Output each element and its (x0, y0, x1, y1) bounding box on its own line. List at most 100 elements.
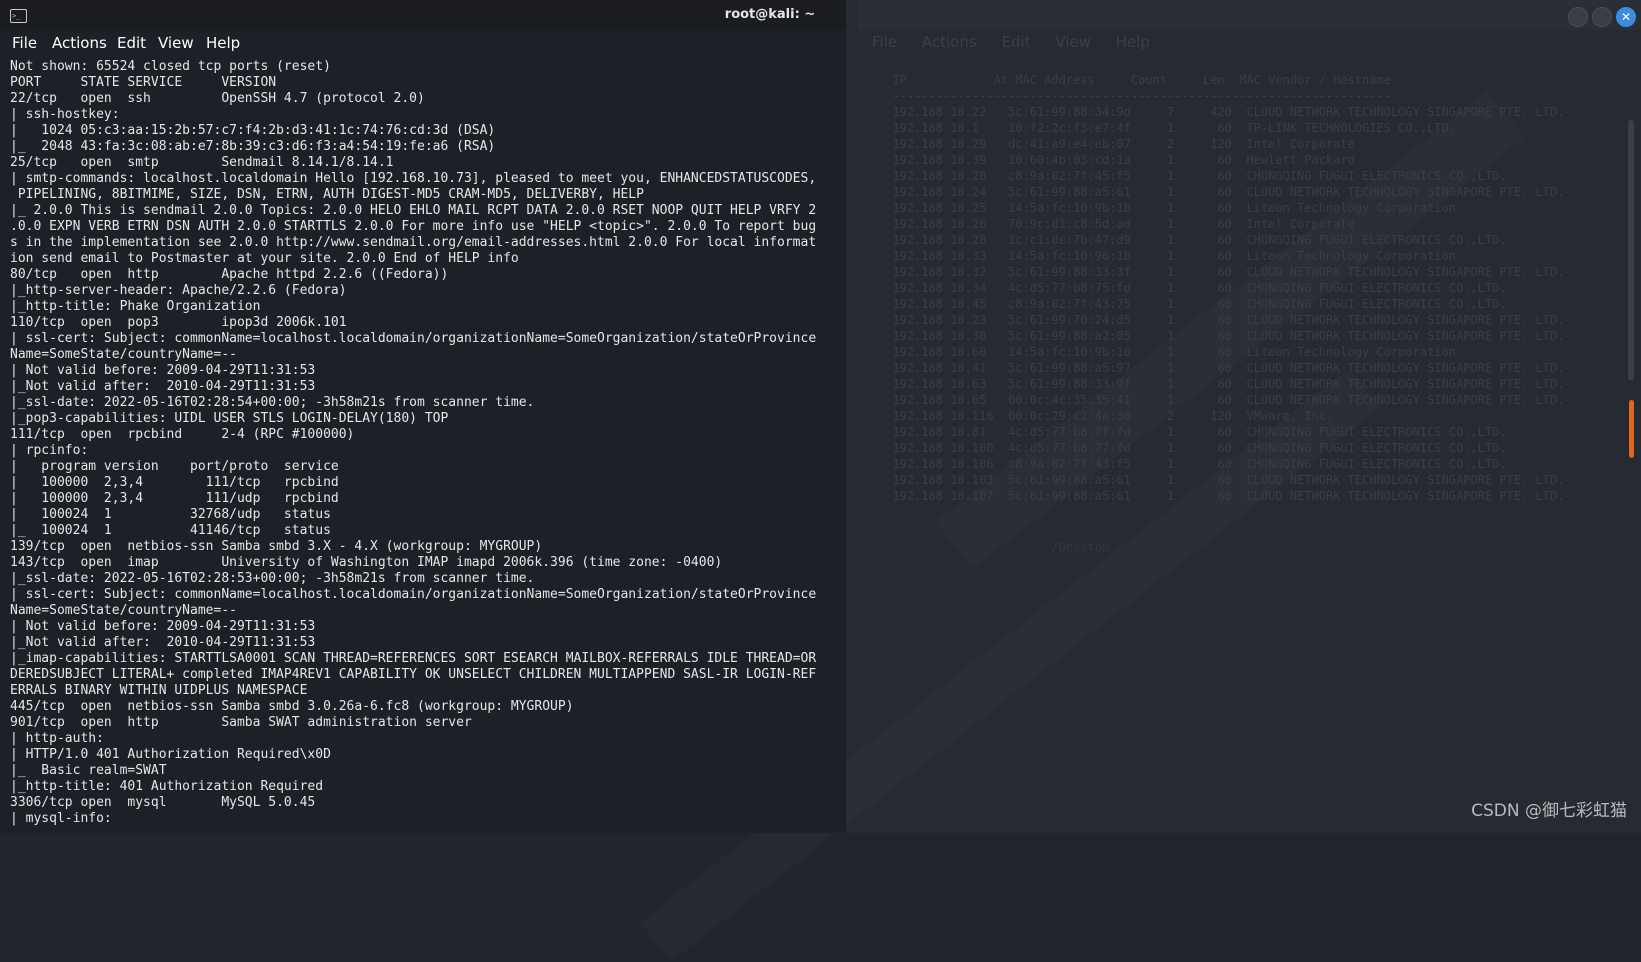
background-titlebar (858, 0, 1641, 30)
terminal-line: | 100000 2,3,4 111/udp rpcbind (10, 491, 339, 506)
background-table-row: 192.168.10.22 5c:61:99:88:34:9d 7 420 CL… (878, 105, 1565, 119)
csdn-watermark: CSDN @御七彩虹猫 (1471, 801, 1627, 821)
terminal-line: |_ 100024 1 41146/tcp status (10, 523, 331, 538)
terminal-output[interactable]: Not shown: 65524 closed tcp ports (reset… (10, 59, 842, 833)
terminal-line: |_http-title: 401 Authorization Required (10, 779, 324, 794)
terminal-line: | ssl-cert: Subject: commonName=localhos… (10, 331, 817, 346)
background-table-row: 192.168.10.60 14:5a:fc:10:9b:10 1 60 Lit… (878, 345, 1456, 359)
terminal-line: 80/tcp open http Apache httpd 2.2.6 ((Fe… (10, 267, 449, 282)
terminal-line: |_Not valid after: 2010-04-29T11:31:53 (10, 379, 316, 394)
terminal-line: | HTTP/1.0 401 Authorization Required\x0… (10, 747, 331, 762)
terminal-line: DEREDSUBJECT LITERAL+ completed IMAP4REV… (10, 667, 817, 682)
terminal-line: | 100024 1 32768/udp status (10, 507, 331, 522)
bg-menu-file[interactable]: File (872, 33, 897, 51)
close-button[interactable]: ✕ (1616, 7, 1636, 27)
terminal-line: 143/tcp open imap University of Washingt… (10, 555, 723, 570)
terminal-line: 25/tcp open smtp Sendmail 8.14.1/8.14.1 (10, 155, 394, 170)
background-table-row: 192.168.10.107 5c:61:99:88:a5:61 1 60 CL… (878, 489, 1565, 503)
menu-file[interactable]: File (12, 34, 37, 52)
background-menubar: File Actions Edit View Help (872, 33, 1170, 51)
terminal-line: | rpcinfo: (10, 443, 89, 458)
terminal-line: | smtp-commands: localhost.localdomain H… (10, 171, 817, 186)
menu-actions[interactable]: Actions (52, 34, 107, 52)
background-table-row: 192.168.10.33 14:5a:fc:10:96:1b 1 60 Lit… (878, 249, 1456, 263)
background-table-row: 192.168.10.30 5c:61:99:88:a2:05 1 60 CLO… (878, 329, 1565, 343)
menu-edit[interactable]: Edit (117, 34, 146, 52)
background-table-row: 192.168.10.24 5c:61:99:88:a5:61 1 60 CLO… (878, 185, 1565, 199)
terminal-line: 111/tcp open rpcbind 2-4 (RPC #100000) (10, 427, 355, 442)
close-icon: ✕ (1620, 10, 1632, 24)
terminal-line: | 100000 2,3,4 111/tcp rpcbind (10, 475, 339, 490)
terminal-line: | Not valid before: 2009-04-29T11:31:53 (10, 363, 316, 378)
terminal-line: ERRALS BINARY WITHIN UIDPLUS NAMESPACE (10, 683, 308, 698)
background-table-row: IP At MAC Address Count Len MAC Vendor /… (878, 73, 1391, 87)
bg-menu-actions[interactable]: Actions (922, 33, 977, 51)
terminal-line: |_imap-capabilities: STARTTLSA0001 SCAN … (10, 651, 817, 666)
background-table-row: 192.168.10.34 4c:d5:77:b8:75:fd 1 60 CHO… (878, 281, 1507, 295)
background-table-row: 192.168.10.20 c8:9a:02:7f:45:f5 1 60 CHO… (878, 169, 1507, 183)
terminal-line: | program version port/proto service (10, 459, 339, 474)
titlebar[interactable]: >_ root@kali: ~ (0, 0, 846, 30)
menu-view[interactable]: View (158, 34, 194, 52)
maximize-button[interactable] (1592, 7, 1612, 27)
terminal-line: PORT STATE SERVICE VERSION (10, 75, 277, 90)
background-table-row: 192.168.10.26 70:9c:d1:c8:5d:ad 1 60 Int… (878, 217, 1355, 231)
terminal-line: | http-auth: (10, 731, 104, 746)
background-table-row: 192.168.10.63 5c:61:99:88:33:9f 1 60 CLO… (878, 377, 1565, 391)
terminal-line: Not shown: 65524 closed tcp ports (reset… (10, 59, 331, 74)
terminal-line: PIPELINING, 8BITMIME, SIZE, DSN, ETRN, A… (10, 187, 644, 202)
background-table-row: 192.168.10.29 dc:41:a9:e4:eb:07 2 120 In… (878, 137, 1355, 151)
background-table-row: 192.168.10.65 00:0c:4c:35:35:41 1 60 CLO… (878, 393, 1565, 407)
terminal-line: 445/tcp open netbios-ssn Samba smbd 3.0.… (10, 699, 574, 714)
terminal-line: |_ 2.0.0 This is sendmail 2.0.0 Topics: … (10, 203, 817, 218)
background-scrollbar[interactable] (1628, 120, 1634, 380)
background-table-row: 192.168.10.81 4c:d5:77:b8:7f:fd 1 60 CHO… (878, 425, 1507, 439)
terminal-line: 3306/tcp open mysql MySQL 5.0.45 (10, 795, 316, 810)
terminal-line: |_ Basic realm=SWAT (10, 763, 167, 778)
terminal-line: | 1024 05:c3:aa:15:2b:57:c7:f4:2b:d3:41:… (10, 123, 496, 138)
terminal-line: .0.0 EXPN VERB ETRN DSN AUTH 2.0.0 START… (10, 219, 817, 234)
background-table-row: 192.168.10.32 5c:61:99:88:33:3f 1 60 CLO… (878, 265, 1565, 279)
terminal-line: |_ 2048 43:fa:3c:08:ab:e7:8b:39:c3:d6:f3… (10, 139, 496, 154)
terminal-line: |_Not valid after: 2010-04-29T11:31:53 (10, 635, 316, 650)
background-prompt: ~/Desktop (878, 540, 1110, 554)
terminal-line: 901/tcp open http Samba SWAT administrat… (10, 715, 472, 730)
bg-menu-help[interactable]: Help (1116, 33, 1150, 51)
terminal-line: |_pop3-capabilities: UIDL USER STLS LOGI… (10, 411, 449, 426)
background-table-row: 192.168.10.100 4c:d5:77:b8:77:fd 1 60 CH… (878, 441, 1507, 455)
background-table-row: 192.168.10.103 5c:61:99:88:a5:61 1 60 CL… (878, 473, 1565, 487)
terminal-line: |_http-title: Phake Organization (10, 299, 261, 314)
bg-menu-view[interactable]: View (1055, 33, 1091, 51)
terminal-icon: >_ (10, 9, 27, 23)
background-table-row: 192.168.10.116 00:0c:29:c2:4a:30 2 120 V… (878, 409, 1334, 423)
background-table-row: ----------------------------------------… (878, 89, 1391, 103)
terminal-line: |_ssl-date: 2022-05-16T02:28:54+00:00; -… (10, 395, 535, 410)
terminal-line: | Not valid before: 2009-04-29T11:31:53 (10, 619, 316, 634)
window-title: root@kali: ~ (724, 7, 816, 22)
terminal-line: | ssl-cert: Subject: commonName=localhos… (10, 587, 817, 602)
terminal-line: 110/tcp open pop3 ipop3d 2006k.101 (10, 315, 347, 330)
bg-menu-edit[interactable]: Edit (1001, 33, 1030, 51)
terminal-line: Name=SomeState/countryName=-- (10, 603, 237, 618)
background-netdiscover-table: IP At MAC Address Count Len MAC Vendor /… (878, 72, 1638, 504)
terminal-window[interactable]: >_ root@kali: ~ File Actions Edit View H… (0, 0, 846, 833)
terminal-line: 22/tcp open ssh OpenSSH 4.7 (protocol 2.… (10, 91, 425, 106)
terminal-line: |_ssl-date: 2022-05-16T02:28:53+00:00; -… (10, 571, 535, 586)
terminal-line: |_http-server-header: Apache/2.2.6 (Fedo… (10, 283, 347, 298)
menubar: File Actions Edit View Help (0, 30, 846, 56)
background-table-row: 192.168.10.39 10:60:4b:03:cd:1a 1 60 Hew… (878, 153, 1355, 167)
background-table-row: 192.168.10.1 10:f2:2c:f3:e7:4f 1 60 TP-L… (878, 121, 1456, 135)
background-table-row: 192.168.10.28 1c:c1:de:7b:47:d9 1 60 CHO… (878, 233, 1507, 247)
terminal-line: | mysql-info: (10, 811, 112, 826)
background-table-row: 192.168.10.106 c8:9a:02:7f:43:f5 1 60 CH… (878, 457, 1507, 471)
background-table-row: 192.168.10.25 14:5a:fc:10:9b:1b 1 60 Lit… (878, 201, 1456, 215)
terminal-line: ion send email to Postmaster at your sit… (10, 251, 519, 266)
terminal-line: Name=SomeState/countryName=-- (10, 347, 237, 362)
scrollbar-thumb[interactable] (1629, 400, 1634, 458)
background-table-row: 192.168.10.23 5c:61:99:70:24:d5 1 60 CLO… (878, 313, 1565, 327)
background-table-row: 192.168.10.41 5c:61:99:88:a5:97 1 60 CLO… (878, 361, 1565, 375)
terminal-line: | ssh-hostkey: (10, 107, 120, 122)
minimize-button[interactable] (1568, 7, 1588, 27)
menu-help[interactable]: Help (206, 34, 240, 52)
terminal-line: 139/tcp open netbios-ssn Samba smbd 3.X … (10, 539, 543, 554)
